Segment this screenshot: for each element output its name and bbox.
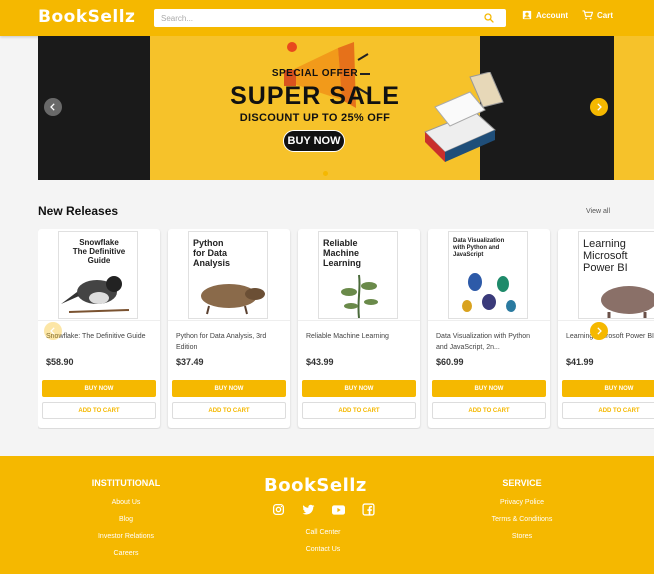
search-icon[interactable] (483, 12, 495, 24)
beetle-illustration (462, 273, 516, 312)
footer-heading: INSTITUTIONAL (91, 478, 161, 488)
footer-center-links: Call Center Contact Us (293, 524, 353, 558)
cart-icon (582, 10, 593, 20)
footer-heading: SERVICE (502, 478, 542, 488)
buy-now-button[interactable]: BUY NOW (42, 380, 156, 397)
cover-title: Python for Data Analysis (193, 238, 231, 268)
footer-link-stores[interactable]: Stores (478, 528, 566, 545)
account-label: Account (536, 10, 568, 20)
book-cover-area: Reliable Machine Learning (298, 229, 420, 321)
book-title[interactable]: Python for Data Analysis, 3rd Edition (176, 331, 282, 355)
instagram-icon[interactable] (272, 503, 285, 516)
social-links (272, 503, 375, 516)
footer-logo[interactable]: BookSellz (264, 475, 367, 496)
book-card[interactable]: Reliable Machine Learning Reliable Machi… (298, 229, 420, 428)
search-input[interactable] (154, 10, 474, 26)
book-cover[interactable]: Learning Microsoft Power BI (578, 231, 654, 319)
book-price: $60.99 (436, 357, 464, 367)
site-logo[interactable]: BookSellz (38, 7, 136, 27)
add-to-cart-button[interactable]: ADD TO CART (302, 402, 416, 419)
book-title[interactable]: Learning Microsoft Power BI (566, 331, 654, 355)
cover-title: Reliable Machine Learning (323, 238, 362, 268)
section-title: New Releases (38, 204, 119, 218)
book-card[interactable]: Python for Data Analysis Python for Data… (168, 229, 290, 428)
book-card[interactable]: Data Visualization with Python and JavaS… (428, 229, 550, 428)
youtube-icon[interactable] (332, 503, 345, 516)
chevron-left-icon (50, 327, 55, 335)
add-to-cart-button[interactable]: ADD TO CART (562, 402, 654, 419)
banner-pagination-dot[interactable] (323, 171, 328, 176)
carousel-next-button[interactable] (590, 322, 608, 340)
books-illustration (424, 72, 504, 162)
book-price: $58.90 (46, 357, 74, 367)
chevron-left-icon (50, 103, 55, 111)
chevron-right-icon (597, 327, 602, 335)
footer-link-investor[interactable]: Investor Relations (82, 528, 170, 545)
book-cover-area: Snowflake The Definitive Guide (38, 229, 160, 321)
book-cover[interactable]: Snowflake The Definitive Guide (58, 231, 138, 319)
footer-link-contact[interactable]: Contact Us (293, 541, 353, 558)
cart-label: Cart (597, 10, 614, 20)
book-title[interactable]: Reliable Machine Learning (306, 331, 412, 355)
book-cover-area: Learning Microsoft Power BI (558, 229, 654, 321)
top-header: BookSellz Account Cart (0, 0, 654, 36)
account-button[interactable]: Account (522, 10, 568, 20)
carousel-prev-button[interactable] (44, 322, 62, 340)
book-cover-area: Python for Data Analysis (168, 229, 290, 321)
add-to-cart-button[interactable]: ADD TO CART (172, 402, 286, 419)
view-all-link[interactable]: View all (586, 208, 610, 215)
book-price: $37.49 (176, 357, 204, 367)
chevron-right-icon (597, 103, 602, 111)
book-cover[interactable]: Reliable Machine Learning (318, 231, 398, 319)
cart-button[interactable]: Cart (582, 10, 613, 20)
footer-link-call-center[interactable]: Call Center (293, 524, 353, 541)
cover-title: Learning Microsoft Power BI (583, 238, 628, 274)
site-footer: INSTITUTIONAL About Us Blog Investor Rel… (0, 456, 654, 574)
footer-link-blog[interactable]: Blog (82, 511, 170, 528)
footer-link-careers[interactable]: Careers (82, 545, 170, 562)
cover-title: Snowflake The Definitive Guide (72, 238, 126, 265)
book-carousel: Snowflake The Definitive Guide Snowflake… (38, 229, 654, 429)
bird-illustration (61, 276, 130, 313)
animal-illustration (201, 284, 265, 315)
banner-buy-now-button[interactable]: BUY NOW (283, 130, 345, 152)
banner-prev-button[interactable] (44, 98, 62, 116)
buy-now-button[interactable]: BUY NOW (562, 380, 654, 397)
account-icon (522, 10, 532, 20)
book-price: $41.99 (566, 357, 594, 367)
book-cover[interactable]: Data Visualization with Python and JavaS… (448, 231, 528, 319)
plant-illustration (341, 274, 378, 318)
facebook-icon[interactable] (362, 503, 375, 516)
footer-link-about[interactable]: About Us (82, 494, 170, 511)
footer-link-privacy[interactable]: Privacy Police (478, 494, 566, 511)
book-cover-area: Data Visualization with Python and JavaS… (428, 229, 550, 321)
book-cover[interactable]: Python for Data Analysis (188, 231, 268, 319)
cover-title: Data Visualization with Python and JavaS… (453, 238, 505, 258)
twitter-icon[interactable] (302, 503, 315, 516)
banner-next-button[interactable] (590, 98, 608, 116)
book-price: $43.99 (306, 357, 334, 367)
animal-illustration (601, 286, 654, 318)
search-bar (154, 9, 506, 27)
footer-link-terms[interactable]: Terms & Conditions (478, 511, 566, 528)
footer-institutional: INSTITUTIONAL About Us Blog Investor Rel… (82, 478, 170, 562)
buy-now-button[interactable]: BUY NOW (172, 380, 286, 397)
footer-service: SERVICE Privacy Police Terms & Condition… (478, 478, 566, 545)
buy-now-button[interactable]: BUY NOW (432, 380, 546, 397)
logo-text: BookSellz (38, 7, 136, 27)
book-title[interactable]: Snowflake: The Definitive Guide (46, 331, 152, 355)
buy-now-button[interactable]: BUY NOW (302, 380, 416, 397)
add-to-cart-button[interactable]: ADD TO CART (432, 402, 546, 419)
promo-banner[interactable]: SPECIAL OFFER SUPER SALE DISCOUNT UP TO … (150, 36, 504, 180)
book-title[interactable]: Data Visualization with Python and JavaS… (436, 331, 542, 355)
banner-next-slide-peek (614, 36, 654, 180)
add-to-cart-button[interactable]: ADD TO CART (42, 402, 156, 419)
